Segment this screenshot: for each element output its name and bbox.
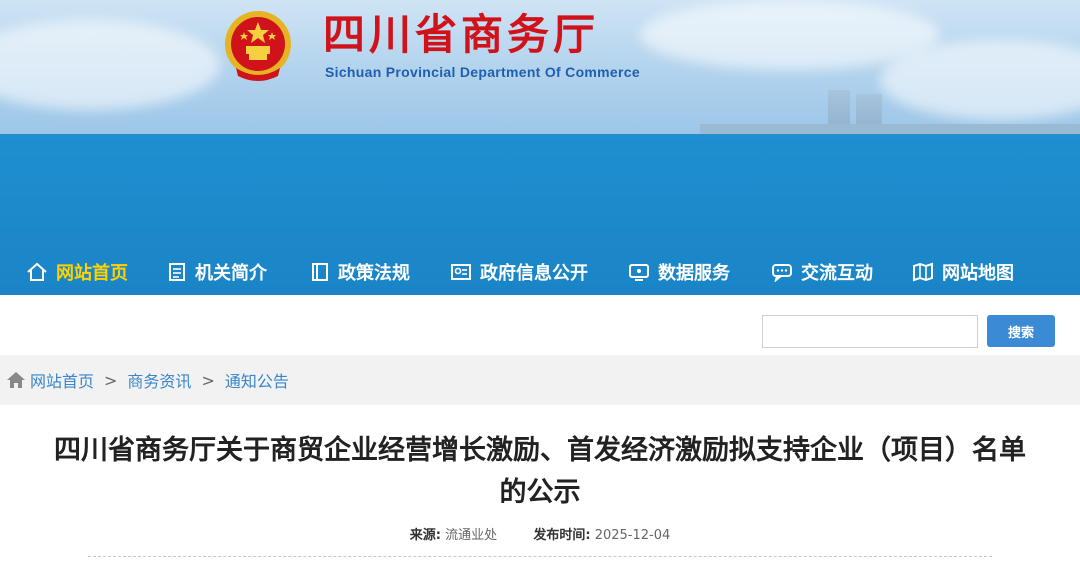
source-label: 来源: [409,528,441,543]
nav-item-label: 数据服务 [658,263,730,284]
nav-item-about[interactable]: 机关简介 [167,252,267,292]
cloud-decoration [0,20,220,110]
nav-item-policy[interactable]: 政策法规 [310,252,410,292]
article-title-line2: 的公示 [499,477,581,508]
nav-item-label: 网站首页 [56,263,128,284]
source-value: 流通业处 [445,528,498,543]
nav-item-label: 交流互动 [801,263,873,284]
article-title: 四川省商务厅关于商贸企业经营增长激励、首发经济激励拟支持企业（项目）名单 的公示 [10,430,1070,514]
nav-item-home[interactable]: 网站首页 [26,252,128,292]
header-banner: 四川省商务厅 Sichuan Provincial Department Of … [0,0,1080,134]
book-icon [312,263,328,281]
national-emblem-icon [225,11,291,81]
skyline-base [700,124,1080,134]
site-title: 四川省商务厅 [323,10,600,59]
chat-icon [772,264,792,282]
nav-item-label: 政策法规 [338,263,410,284]
nav-item-interaction[interactable]: 交流互动 [771,252,873,292]
home-icon [7,372,25,388]
article-title-line1: 四川省商务厅关于商贸企业经营增长激励、首发经济激励拟支持企业（项目）名单 [54,435,1026,466]
nav-item-label: 机关简介 [195,263,267,284]
nav-item-label: 网站地图 [942,263,1014,284]
breadcrumb-notice-link[interactable]: 通知公告 [225,368,289,392]
nav-item-gov-info[interactable]: 政府信息公开 [450,252,588,292]
main-nav: 网站首页 机关简介 政策法规 政府信息公开 数据服务 交流互动 网站地图 [0,252,1080,292]
date-label: 发布时间: [533,528,591,543]
breadcrumb-news-link[interactable]: 商务资讯 [127,368,191,392]
map-icon [913,262,933,282]
breadcrumb-bar: 网站首页 > 商务资讯 > 通知公告 [0,355,1080,405]
article-meta: 来源: 流通业处 发布时间: 2025-12-04 [0,524,1080,543]
breadcrumb-home-link[interactable]: 网站首页 [30,368,94,392]
id-card-icon [451,264,471,280]
search-button[interactable]: 搜索 [987,315,1055,347]
monitor-icon [629,264,649,281]
document-icon [169,263,185,281]
site-subtitle: Sichuan Provincial Department Of Commerc… [325,64,640,80]
breadcrumb-separator: > [104,370,118,390]
breadcrumb-separator: > [201,370,215,390]
breadcrumb: 网站首页 > 商务资讯 > 通知公告 [6,355,289,405]
home-icon [27,262,47,281]
divider [88,556,992,557]
nav-item-data[interactable]: 数据服务 [628,252,730,292]
search-input[interactable] [762,315,978,348]
nav-item-label: 政府信息公开 [480,263,588,284]
nav-item-sitemap[interactable]: 网站地图 [912,252,1014,292]
date-value: 2025-12-04 [594,528,671,543]
